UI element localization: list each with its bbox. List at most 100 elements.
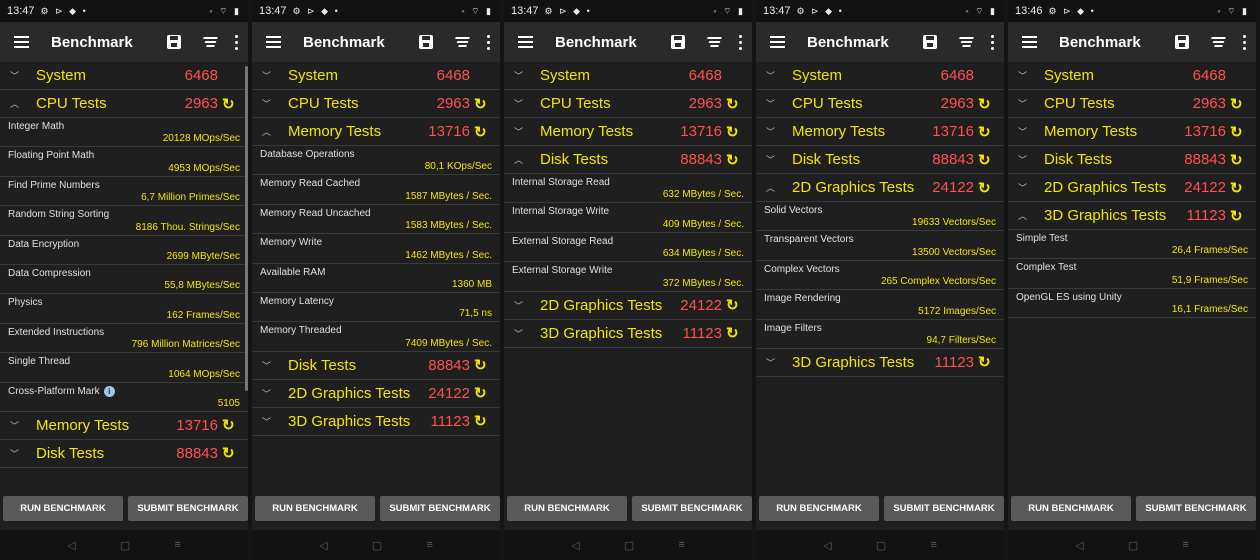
category-row[interactable]: ﹀ Disk Tests 88843 ↻ (1008, 146, 1256, 174)
refresh-icon[interactable]: ↻ (726, 324, 748, 342)
submit-benchmark-button[interactable]: SUBMIT BENCHMARK (128, 496, 248, 521)
category-row[interactable]: ﹀ System 6468 (756, 62, 1004, 90)
run-benchmark-button[interactable]: RUN BENCHMARK (507, 496, 627, 521)
refresh-icon[interactable]: ↻ (978, 123, 1000, 141)
category-row[interactable]: ﹀ 2D Graphics Tests 24122 ↻ (504, 292, 752, 320)
info-icon[interactable]: i (103, 385, 115, 397)
more-vert-icon[interactable] (484, 34, 492, 50)
submit-benchmark-button[interactable]: SUBMIT BENCHMARK (884, 496, 1004, 521)
sort-icon[interactable] (199, 37, 218, 47)
category-row[interactable]: ﹀ 3D Graphics Tests 11123 ↻ (252, 408, 500, 436)
category-row[interactable]: ﹀ Memory Tests 13716 ↻ (0, 412, 248, 440)
category-row[interactable]: ﹀ Memory Tests 13716 ↻ (756, 118, 1004, 146)
run-benchmark-button[interactable]: RUN BENCHMARK (3, 496, 123, 521)
category-row[interactable]: ︿ 2D Graphics Tests 24122 ↻ (756, 174, 1004, 202)
category-row[interactable]: ︿ Memory Tests 13716 ↻ (252, 118, 500, 146)
submit-benchmark-button[interactable]: SUBMIT BENCHMARK (1136, 496, 1256, 521)
refresh-icon[interactable]: ↻ (726, 151, 748, 169)
home-icon[interactable]: ▢ (624, 539, 634, 552)
menu-icon[interactable] (767, 36, 787, 48)
scrollbar[interactable] (245, 66, 248, 391)
refresh-icon[interactable]: ↻ (978, 95, 1000, 113)
category-row[interactable]: ﹀ System 6468 (0, 62, 248, 90)
refresh-icon[interactable]: ↻ (978, 353, 1000, 371)
refresh-icon[interactable]: ↻ (726, 296, 748, 314)
category-row[interactable]: ﹀ CPU Tests 2963 ↻ (252, 90, 500, 118)
refresh-icon[interactable]: ↻ (978, 151, 1000, 169)
menu-icon[interactable] (515, 36, 535, 48)
refresh-icon[interactable]: ↻ (726, 123, 748, 141)
refresh-icon[interactable]: ↻ (1230, 123, 1252, 141)
run-benchmark-button[interactable]: RUN BENCHMARK (1011, 496, 1131, 521)
refresh-icon[interactable]: ↻ (474, 356, 496, 374)
recents-icon[interactable]: ≡ (678, 539, 684, 551)
recents-icon[interactable]: ≡ (1182, 539, 1188, 551)
category-row[interactable]: ﹀ 3D Graphics Tests 11123 ↻ (504, 320, 752, 348)
more-vert-icon[interactable] (1240, 34, 1248, 50)
category-row[interactable]: ﹀ Memory Tests 13716 ↻ (1008, 118, 1256, 146)
recents-icon[interactable]: ≡ (930, 539, 936, 551)
refresh-icon[interactable]: ↻ (222, 95, 244, 113)
category-row[interactable]: ︿ Disk Tests 88843 ↻ (504, 146, 752, 174)
back-icon[interactable]: ◁ (823, 539, 831, 552)
refresh-icon[interactable]: ↻ (978, 179, 1000, 197)
save-icon[interactable] (167, 35, 181, 49)
home-icon[interactable]: ▢ (372, 539, 382, 552)
refresh-icon[interactable]: ↻ (726, 95, 748, 113)
save-icon[interactable] (1175, 35, 1189, 49)
more-vert-icon[interactable] (232, 34, 240, 50)
category-row[interactable]: ﹀ CPU Tests 2963 ↻ (1008, 90, 1256, 118)
more-vert-icon[interactable] (988, 34, 996, 50)
category-row[interactable]: ︿ 3D Graphics Tests 11123 ↻ (1008, 202, 1256, 230)
sort-icon[interactable] (703, 37, 722, 47)
home-icon[interactable]: ▢ (876, 539, 886, 552)
category-row[interactable]: ﹀ Disk Tests 88843 ↻ (252, 352, 500, 380)
category-row[interactable]: ﹀ 3D Graphics Tests 11123 ↻ (756, 349, 1004, 377)
category-row[interactable]: ﹀ CPU Tests 2963 ↻ (756, 90, 1004, 118)
category-row[interactable]: ﹀ System 6468 (252, 62, 500, 90)
run-benchmark-button[interactable]: RUN BENCHMARK (255, 496, 375, 521)
back-icon[interactable]: ◁ (571, 539, 579, 552)
category-row[interactable]: ﹀ Disk Tests 88843 ↻ (0, 440, 248, 468)
menu-icon[interactable] (11, 36, 31, 48)
home-icon[interactable]: ▢ (120, 539, 130, 552)
category-row[interactable]: ﹀ System 6468 (504, 62, 752, 90)
refresh-icon[interactable]: ↻ (222, 444, 244, 462)
menu-icon[interactable] (263, 36, 283, 48)
sort-icon[interactable] (1207, 37, 1226, 47)
category-row[interactable]: ﹀ Disk Tests 88843 ↻ (756, 146, 1004, 174)
results-list[interactable]: ﹀ System 6468 ﹀ CPU Tests 2963 ↻ ﹀ Memory Tests 1… (756, 62, 1004, 500)
refresh-icon[interactable]: ↻ (1230, 207, 1252, 225)
results-list[interactable]: ﹀ System 6468 ︿ CPU Tests 2963 ↻ Integer Math 20… (0, 62, 248, 500)
submit-benchmark-button[interactable]: SUBMIT BENCHMARK (380, 496, 500, 521)
submit-benchmark-button[interactable]: SUBMIT BENCHMARK (632, 496, 752, 521)
recents-icon[interactable]: ≡ (426, 539, 432, 551)
more-vert-icon[interactable] (736, 34, 744, 50)
category-row[interactable]: ﹀ 2D Graphics Tests 24122 ↻ (1008, 174, 1256, 202)
refresh-icon[interactable]: ↻ (1230, 179, 1252, 197)
save-icon[interactable] (923, 35, 937, 49)
category-row[interactable]: ﹀ Memory Tests 13716 ↻ (504, 118, 752, 146)
results-list[interactable]: ﹀ System 6468 ﹀ CPU Tests 2963 ↻ ﹀ Memory Tests 1… (1008, 62, 1256, 500)
refresh-icon[interactable]: ↻ (222, 416, 244, 434)
sort-icon[interactable] (955, 37, 974, 47)
refresh-icon[interactable]: ↻ (474, 412, 496, 430)
back-icon[interactable]: ◁ (67, 539, 75, 552)
refresh-icon[interactable]: ↻ (474, 384, 496, 402)
save-icon[interactable] (419, 35, 433, 49)
run-benchmark-button[interactable]: RUN BENCHMARK (759, 496, 879, 521)
refresh-icon[interactable]: ↻ (474, 95, 496, 113)
back-icon[interactable]: ◁ (1075, 539, 1083, 552)
home-icon[interactable]: ▢ (1128, 539, 1138, 552)
results-list[interactable]: ﹀ System 6468 ﹀ CPU Tests 2963 ↻ ﹀ Memory Tests 1… (504, 62, 752, 500)
back-icon[interactable]: ◁ (319, 539, 327, 552)
category-row[interactable]: ︿ CPU Tests 2963 ↻ (0, 90, 248, 118)
save-icon[interactable] (671, 35, 685, 49)
category-row[interactable]: ﹀ System 6468 (1008, 62, 1256, 90)
menu-icon[interactable] (1019, 36, 1039, 48)
category-row[interactable]: ﹀ CPU Tests 2963 ↻ (504, 90, 752, 118)
results-list[interactable]: ﹀ System 6468 ﹀ CPU Tests 2963 ↻ ︿ Memory Tests 1… (252, 62, 500, 500)
refresh-icon[interactable]: ↻ (1230, 95, 1252, 113)
refresh-icon[interactable]: ↻ (1230, 151, 1252, 169)
sort-icon[interactable] (451, 37, 470, 47)
